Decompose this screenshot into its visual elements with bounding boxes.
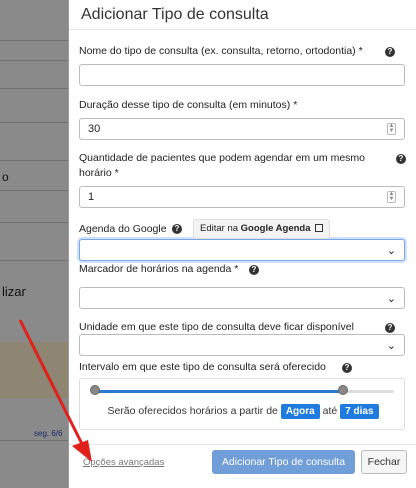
arrow-head: [72, 440, 92, 462]
arrow-shaft: [18, 319, 86, 449]
annotation-arrow: [18, 319, 92, 462]
